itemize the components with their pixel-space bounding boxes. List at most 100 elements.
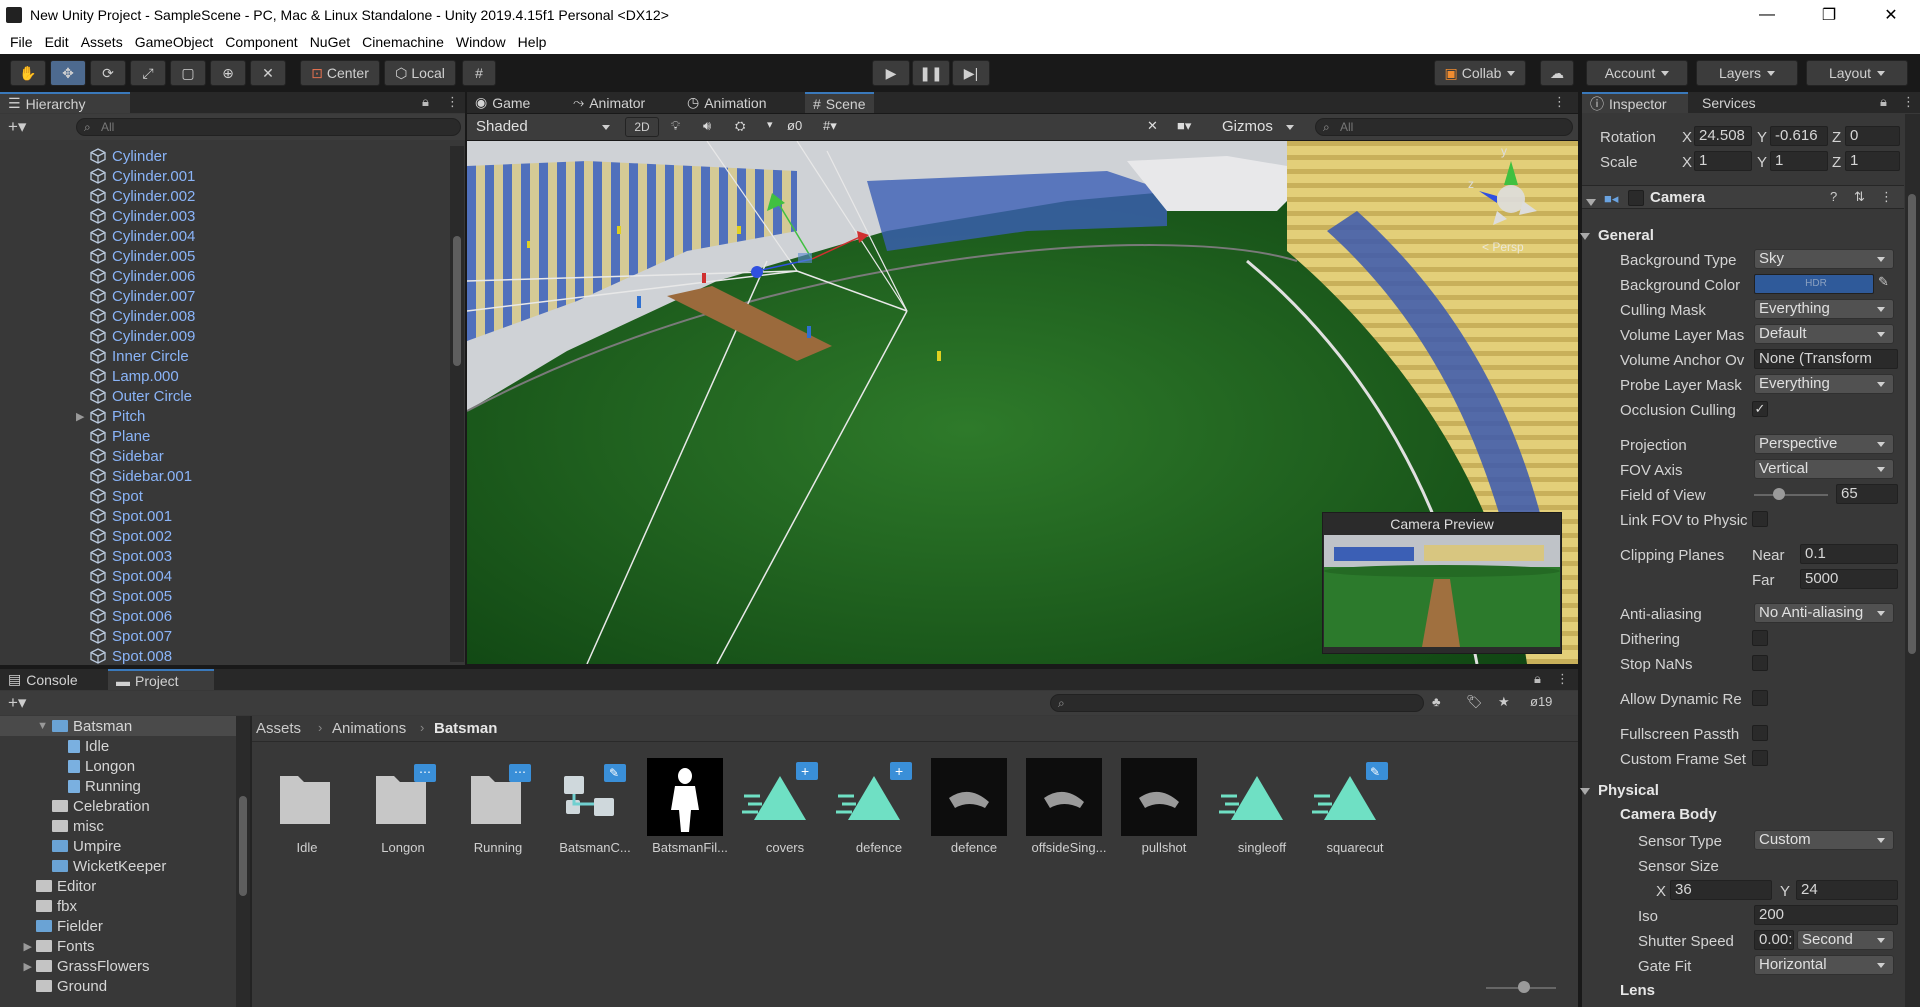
menu-gameobject[interactable]: GameObject — [129, 34, 220, 50]
camera-foldout-icon[interactable] — [1586, 194, 1604, 209]
menu-component[interactable]: Component — [219, 34, 303, 50]
project-lock-icon[interactable]: 🔒︎ — [1534, 671, 1541, 687]
hierarchy-item[interactable]: Spot.005 — [0, 586, 450, 606]
asset-item[interactable]: + covers — [740, 758, 830, 855]
tree-expand-arrow-icon[interactable]: ▶ — [0, 940, 36, 953]
project-tree-scrollbar[interactable] — [236, 716, 250, 1007]
projection-dropdown[interactable]: Perspective — [1754, 434, 1894, 454]
tab-services[interactable]: Services — [1694, 92, 1764, 113]
asset-item[interactable]: pullshot — [1119, 758, 1209, 855]
asset-item[interactable]: ✎ squarecut — [1310, 758, 1400, 855]
scale-x-field[interactable]: 1 — [1694, 151, 1752, 171]
scale-z-field[interactable]: 1 — [1845, 151, 1900, 171]
scene-kebab-icon[interactable]: ⋮ — [1553, 94, 1566, 110]
hierarchy-item[interactable]: Spot.001 — [0, 506, 450, 526]
asset-item[interactable]: Idle — [262, 758, 352, 855]
tab-game[interactable]: ◉ Game — [467, 92, 538, 113]
rect-tool-icon[interactable]: ▢ — [170, 60, 206, 86]
menu-assets[interactable]: Assets — [75, 34, 129, 50]
asset-item[interactable]: ⋯ Running — [453, 758, 543, 855]
project-tree-item[interactable]: Ground — [0, 976, 236, 996]
inspector-lock-icon[interactable]: 🔒︎ — [1880, 94, 1887, 110]
asset-item[interactable]: ✎ BatsmanC... — [550, 758, 640, 855]
hierarchy-item[interactable]: Spot.003 — [0, 546, 450, 566]
near-field[interactable]: 0.1 — [1800, 544, 1898, 564]
volume-anchor-object-field[interactable]: None (Transform — [1754, 349, 1898, 369]
breadcrumb-batsman[interactable]: Batsman — [434, 720, 497, 737]
breadcrumb-animations[interactable]: Animations — [332, 720, 406, 737]
hierarchy-item[interactable]: Cylinder.003 — [0, 206, 450, 226]
lock-icon[interactable]: 🔒︎ — [422, 94, 429, 110]
shading-dropdown[interactable]: Shaded — [471, 117, 619, 137]
fullscreen-pass-checkbox[interactable] — [1752, 725, 1768, 741]
lighting-icon[interactable]: 💡︎ — [671, 118, 680, 134]
sensor-y-field[interactable]: 24 — [1796, 880, 1898, 900]
kebab-menu-icon[interactable]: ⋮ — [446, 94, 459, 110]
hierarchy-item[interactable]: Spot.007 — [0, 626, 450, 646]
camera-component-header[interactable]: ■◂ Camera ? ⇅ ⋮ — [1582, 185, 1904, 209]
hierarchy-item[interactable]: Cylinder.009 — [0, 326, 450, 346]
hierarchy-item[interactable]: Cylinder.008 — [0, 306, 450, 326]
custom-frame-checkbox[interactable] — [1752, 750, 1768, 766]
hierarchy-item[interactable]: Spot.002 — [0, 526, 450, 546]
tab-animation[interactable]: ◷ Animation — [679, 92, 774, 113]
project-tree-item[interactable]: Running — [0, 776, 236, 796]
iso-field[interactable]: 200 — [1754, 905, 1898, 925]
fov-slider-track[interactable] — [1754, 494, 1828, 496]
presets-icon[interactable]: ⇅ — [1854, 189, 1865, 205]
gizmos-dropdown[interactable]: Gizmos — [1217, 117, 1303, 137]
project-tree-item[interactable]: Celebration — [0, 796, 236, 816]
asset-item[interactable]: singleoff — [1217, 758, 1307, 855]
rotation-z-field[interactable]: 0 — [1845, 126, 1900, 146]
hierarchy-item[interactable]: Spot.004 — [0, 566, 450, 586]
menu-help[interactable]: Help — [512, 34, 553, 50]
audio-icon[interactable]: 🔊︎ — [703, 118, 711, 134]
stop-nans-checkbox[interactable] — [1752, 655, 1768, 671]
menu-cinemachine[interactable]: Cinemachine — [356, 34, 450, 50]
hierarchy-item[interactable]: Lamp.000 — [0, 366, 450, 386]
physical-foldout[interactable]: Physical — [1580, 782, 1659, 799]
move-tool-icon[interactable]: ✥ — [50, 60, 86, 86]
hierarchy-item[interactable]: Cylinder.004 — [0, 226, 450, 246]
camera-icon[interactable]: ■▾ — [1177, 118, 1191, 134]
icon-size-slider-thumb[interactable] — [1518, 981, 1530, 993]
search-by-type-icon[interactable]: ♣ — [1432, 694, 1441, 709]
inspector-dropdown[interactable]: Everything — [1754, 374, 1894, 394]
grid-snap-icon[interactable]: # — [462, 60, 496, 86]
gate-fit-dropdown[interactable]: Horizontal — [1754, 955, 1894, 975]
menu-file[interactable]: File — [4, 34, 39, 50]
grid-icon[interactable]: #▾ — [823, 118, 837, 134]
inspector-kebab-icon[interactable]: ⋮ — [1902, 94, 1915, 110]
hand-tool-icon[interactable]: ✋ — [10, 60, 46, 86]
hierarchy-item[interactable]: Plane — [0, 426, 450, 446]
sensor-x-field[interactable]: 36 — [1670, 880, 1772, 900]
pivot-center-button[interactable]: ⊡ Center — [300, 60, 380, 86]
play-button[interactable]: ▶ — [872, 60, 910, 86]
eyedropper-icon[interactable]: ✎ — [1878, 274, 1889, 290]
hidden-objects-icon[interactable]: ø0 — [787, 118, 802, 133]
tab-animator[interactable]: ⤳ Animator — [565, 92, 653, 113]
scene-search-input[interactable]: All — [1315, 118, 1573, 136]
hierarchy-item[interactable]: Inner Circle — [0, 346, 450, 366]
project-tree-item[interactable]: ▼ Batsman — [0, 716, 236, 736]
cloud-icon[interactable]: ☁ — [1540, 60, 1574, 86]
anti-aliasing-dropdown[interactable]: No Anti-aliasing — [1754, 603, 1894, 623]
scene-viewport[interactable]: y z < Persp Camera Preview — [467, 141, 1578, 664]
custom-tool-icon[interactable]: ✕ — [250, 60, 286, 86]
layout-dropdown[interactable]: Layout — [1806, 60, 1908, 86]
project-tree-item[interactable]: Fielder — [0, 916, 236, 936]
effects-dropdown-icon[interactable]: ▾ — [767, 118, 773, 131]
inspector-scrollbar[interactable] — [1905, 114, 1920, 1007]
asset-item[interactable]: + defence — [834, 758, 924, 855]
tab-hierarchy[interactable]: ☰ Hierarchy — [0, 92, 130, 113]
scale-y-field[interactable]: 1 — [1770, 151, 1828, 171]
project-tree-item[interactable]: ▶ GrassFlowers — [0, 956, 236, 976]
occlusion-culling-checkbox[interactable]: ✓ — [1752, 401, 1768, 417]
hierarchy-item[interactable]: Cylinder.006 — [0, 266, 450, 286]
hierarchy-item[interactable]: ▶ Pitch — [0, 406, 450, 426]
general-foldout[interactable]: General — [1580, 227, 1654, 244]
close-button[interactable]: ✕ — [1864, 0, 1918, 29]
allow-dynamic-checkbox[interactable] — [1752, 690, 1768, 706]
project-kebab-icon[interactable]: ⋮ — [1556, 671, 1569, 687]
fov-axis-dropdown[interactable]: Vertical — [1754, 459, 1894, 479]
